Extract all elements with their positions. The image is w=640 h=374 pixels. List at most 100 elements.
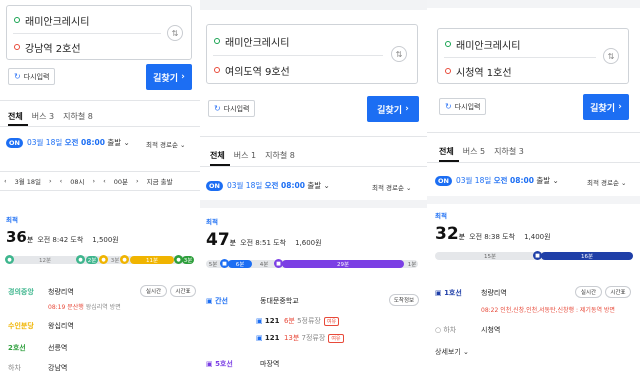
retry-button[interactable]: ↻ 다시입력 [208, 100, 256, 117]
subway-line: ▣ 5호선 [206, 360, 233, 368]
best-label: 최적 [206, 218, 218, 226]
refresh-icon: ↻ [445, 102, 452, 111]
next-day[interactable]: › [45, 177, 56, 185]
arrival-info-button[interactable]: 도착정보 [389, 294, 419, 306]
timetable-button[interactable]: 시간표 [605, 286, 631, 298]
realtime-button[interactable]: 실시간 [575, 286, 602, 298]
departure-time[interactable]: ON 03월 18일 오전 08:00 출발 ⌄ [206, 180, 330, 191]
timetable-button[interactable]: 시간표 [170, 285, 196, 297]
retry-button[interactable]: ↻ 다시입력 [8, 68, 56, 85]
step-4: 하차 강남역 [8, 364, 68, 372]
tab-bar: 전체 버스 3 지하철 8 [8, 111, 93, 122]
retry-button[interactable]: ↻ 다시입력 [439, 98, 487, 115]
refresh-icon: ↻ [14, 72, 21, 81]
origin-text: 래미안크레시티 [456, 40, 521, 52]
bus-step: ▣ 간선 동대문중학교 [206, 297, 299, 305]
sort-dropdown[interactable]: 최적 경로순 ⌄ [372, 182, 411, 192]
search-button[interactable]: 길찾기 › [583, 94, 629, 120]
origin-field[interactable]: 래미안크레시티 [438, 31, 628, 57]
origin-field[interactable]: 래미안크레시티 [207, 28, 417, 54]
hour-select[interactable]: 08시 [66, 176, 88, 186]
swap-icon[interactable]: ⇅ [167, 25, 183, 41]
destination-text: 강남역 2호선 [25, 43, 81, 55]
step-3: 2호선 선릉역 [8, 344, 68, 352]
arrive-time: 오전 8:42 도착 [37, 236, 84, 244]
route-bar: 5분 ■ 6분 4분 ■ 29분 1분 [206, 259, 418, 268]
prev-hour[interactable]: ‹ [56, 177, 67, 185]
tab-bar: 전체 버스 5 지하철 3 [439, 146, 524, 157]
route-panel-cityhall: 래미안크레시티 시청역 1호선 ⇅ ↻ 다시입력 길찾기 › 전체 버스 5 지하… [427, 0, 640, 374]
next-hour[interactable]: › [89, 177, 100, 185]
now-button[interactable]: 지금 출발 [143, 176, 177, 186]
section-gap [427, 196, 640, 204]
tab-bus[interactable]: 버스 1 [234, 150, 256, 161]
route-bar: ● 12분 ● 2분 ● 3분 ● 11분 ● 3분 [5, 255, 194, 264]
route-card[interactable]: 최적 47분 오전 8:51 도착 1,600원 [206, 216, 322, 250]
route-panel-yeouido: 래미안크레시티 여의도역 9호선 ⇅ ↻ 다시입력 길찾기 › 전체 버스 1 지… [200, 0, 427, 374]
minute-select[interactable]: 00분 [110, 176, 132, 186]
origin-field[interactable]: 래미안크레시티 [7, 7, 191, 33]
departure-time[interactable]: ON 03월 18일 오전 08:00 출발 ⌄ [6, 137, 130, 148]
search-button[interactable]: 길찾기 › [367, 96, 419, 122]
destination-dot-icon [445, 68, 451, 74]
tab-subway[interactable]: 지하철 8 [265, 150, 295, 161]
section-gap [200, 200, 427, 208]
origin-dot-icon [445, 41, 451, 47]
duration: 47분 [206, 230, 237, 250]
prev-day[interactable]: ‹ [0, 177, 11, 185]
best-label: 최적 [435, 212, 447, 220]
arrive-time: 오전 8:51 도착 [240, 239, 287, 247]
search-button[interactable]: 길찾기 › [146, 64, 192, 90]
subway-step: ▣ 5호선 마장역 [206, 360, 280, 368]
route-card[interactable]: 최적 32분 오전 8:38 도착 1,400원 [435, 210, 551, 244]
route-search-box: 래미안크레시티 강남역 2호선 ⇅ [6, 5, 192, 60]
tab-subway[interactable]: 지하철 3 [494, 146, 524, 157]
step-1: 경의중앙 청량리역 [8, 288, 74, 296]
refresh-icon: ↻ [214, 104, 221, 113]
duration: 36분 [6, 228, 34, 246]
origin-dot-icon [214, 38, 220, 44]
prev-min[interactable]: ‹ [99, 177, 110, 185]
route-search-box: 래미안크레시티 시청역 1호선 ⇅ [437, 28, 629, 84]
divider [0, 100, 200, 101]
line-badge-icon: ● [76, 255, 85, 264]
destination-text: 시청역 1호선 [456, 67, 512, 79]
bus-arrival-2: ▣ 121 13분 7정류장 여유 [256, 333, 344, 343]
line-badge-icon: ● [99, 255, 108, 264]
fare: 1,600원 [295, 239, 322, 247]
destination-dot-icon [214, 67, 220, 73]
tab-bus[interactable]: 버스 5 [463, 146, 485, 157]
sort-dropdown[interactable]: 최적 경로순 ⌄ [146, 139, 185, 149]
route-panel-gangnam: 래미안크레시티 강남역 2호선 ⇅ ↻ 다시입력 길찾기 › 전체 버스 3 지하… [0, 0, 200, 374]
tab-bus[interactable]: 버스 3 [32, 111, 54, 122]
tab-bar: 전체 버스 1 지하철 8 [210, 150, 295, 161]
duration: 32분 [435, 224, 466, 244]
swap-icon[interactable]: ⇅ [603, 48, 619, 64]
detail-link[interactable]: 상세보기 ⌄ [435, 347, 469, 357]
date-select[interactable]: 3월 18일 [11, 176, 45, 186]
divider [213, 55, 383, 56]
subway-step: ▣ 1호선 청량리역 [435, 289, 507, 297]
next-min[interactable]: › [132, 177, 143, 185]
tab-all[interactable]: 전체 [210, 150, 225, 161]
departure-time[interactable]: ON 03월 18일 오전 08:00 출발 ⌄ [435, 175, 559, 186]
realtime-button[interactable]: 실시간 [140, 285, 167, 297]
tab-subway[interactable]: 지하철 8 [63, 111, 93, 122]
route-bar: 15분 ■ 16분 [435, 251, 633, 260]
bus-icon: ▣ [256, 334, 263, 342]
divider [200, 166, 427, 167]
destination-field[interactable]: 강남역 2호선 [7, 34, 191, 60]
line-badge-icon: ● [120, 255, 129, 264]
destination-field[interactable]: 여의도역 9호선 [207, 57, 417, 83]
tab-all[interactable]: 전체 [8, 111, 23, 122]
swap-icon[interactable]: ⇅ [391, 46, 407, 62]
bus-icon: ▣ [256, 317, 263, 325]
route-card[interactable]: 최적 36분 오전 8:42 도착 1,500원 [6, 214, 119, 246]
line-badge-icon: ● [5, 255, 14, 264]
tab-all[interactable]: 전체 [439, 146, 454, 157]
departure-info: 08:22 인천,신창,인천,서동탄,신창행 : 제기동역 방면 [481, 307, 615, 314]
destination-field[interactable]: 시청역 1호선 [438, 58, 628, 84]
destination-text: 여의도역 9호선 [225, 66, 290, 78]
divider [427, 132, 640, 133]
sort-dropdown[interactable]: 최적 경로순 ⌄ [587, 177, 626, 187]
